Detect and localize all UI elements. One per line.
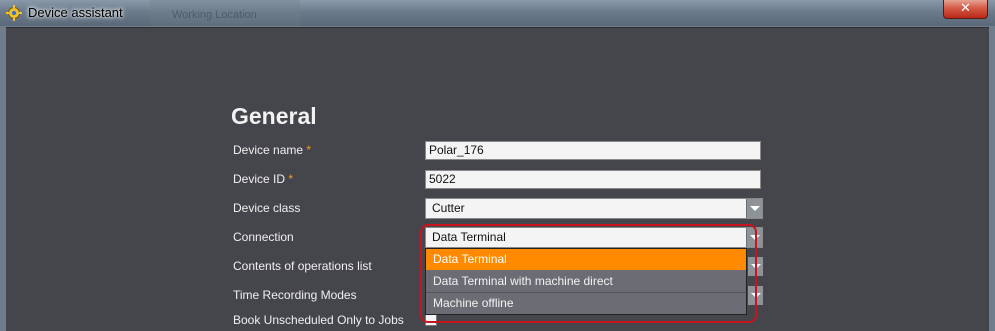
close-button[interactable]: ✕ [943,0,988,19]
device-class-label: Device class [233,201,301,215]
background-window-tab: Working Location [150,0,300,26]
time-recording-label: Time Recording Modes [233,288,357,302]
device-id-label-text: Device ID [233,172,286,186]
device-name-label-text: Device name [233,143,304,157]
background-tab-label: Working Location [172,9,257,21]
connection-label: Connection [233,230,294,244]
device-name-label: Device name * [233,143,311,157]
close-icon: ✕ [960,1,971,16]
device-id-input[interactable]: 5022 [425,170,761,189]
chevron-down-icon[interactable] [746,199,762,218]
device-class-value: Cutter [432,201,465,215]
app-gear-icon [6,5,22,21]
book-unscheduled-label: Book Unscheduled Only to Jobs [233,313,404,327]
window-titlebar: Working Location Device assistant ✕ [0,0,995,26]
operations-list-label: Contents of operations list [233,259,372,273]
section-heading: General [231,103,317,129]
device-id-label: Device ID * [233,172,293,186]
highlight-outline [420,224,757,323]
device-name-input[interactable]: Polar_176 [425,141,761,160]
device-class-select[interactable]: Cutter [425,198,763,219]
window-title: Device assistant [28,5,123,20]
required-marker: * [288,172,294,186]
required-marker: * [306,143,312,157]
